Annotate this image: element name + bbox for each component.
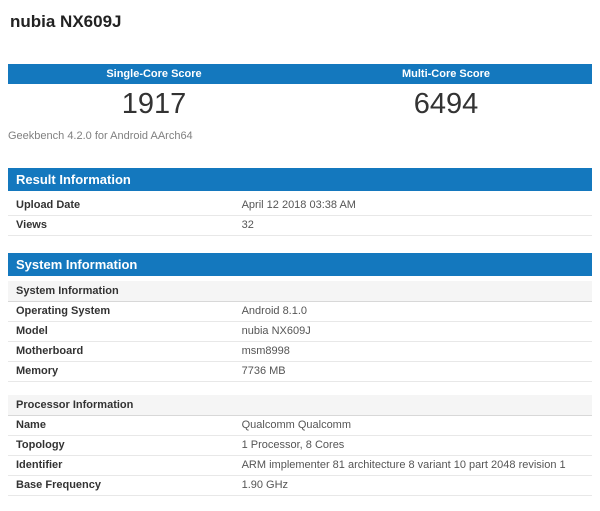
row-label: Memory — [16, 365, 59, 377]
row-value: 7736 MB — [241, 365, 286, 377]
row-label: Operating System — [16, 305, 111, 317]
row-value: Qualcomm Qualcomm — [241, 419, 352, 431]
table-row: Upload Date April 12 2018 03:38 AM — [8, 196, 592, 216]
row-label: Views — [16, 219, 47, 231]
row-value: Android 8.1.0 — [241, 305, 308, 317]
row-value: msm8998 — [241, 345, 290, 357]
row-label: Model — [16, 325, 48, 337]
row-value: April 12 2018 03:38 AM — [241, 199, 356, 211]
row-value: 32 — [241, 219, 254, 231]
row-value: 1.90 GHz — [241, 479, 289, 491]
single-core-score-header: Single-Core Score — [106, 68, 202, 80]
result-information-header: Result Information — [8, 168, 592, 191]
system-information-rows: Operating System Android 8.1.0 Model nubia … — [8, 302, 592, 382]
table-row: Identifier ARM implementer 81 architectur… — [8, 456, 592, 476]
multi-core-score-header: Multi-Core Score — [401, 68, 490, 80]
page-title: nubia NX609J — [10, 12, 122, 31]
geekbench-version-caption: Geekbench 4.2.0 for Android AArch64 — [8, 130, 193, 142]
system-information-header: System Information — [8, 253, 592, 276]
result-information-table: Upload Date April 12 2018 03:38 AM Views 32 — [8, 196, 592, 236]
table-row: Name Qualcomm Qualcomm — [8, 416, 592, 436]
single-core-score-value: 1917 — [121, 88, 187, 120]
row-label: Topology — [16, 439, 65, 451]
table-row: Topology 1 Processor, 8 Cores — [8, 436, 592, 456]
table-row: Views 32 — [8, 216, 592, 236]
row-label: Identifier — [16, 459, 63, 471]
system-information-table: System Information Operating System Andro… — [8, 281, 592, 496]
table-row: Motherboard msm8998 — [8, 342, 592, 362]
row-value: nubia NX609J — [241, 325, 311, 337]
row-value: ARM implementer 81 architecture 8 varian… — [241, 459, 566, 471]
table-row: Model nubia NX609J — [8, 322, 592, 342]
multi-core-score-value: 6494 — [413, 88, 479, 120]
score-summary: Single-Core Score Multi-Core Score 1917 … — [8, 64, 592, 124]
system-information-section: System Information System Information Op… — [8, 253, 592, 496]
row-label: Base Frequency — [16, 479, 101, 491]
row-value: 1 Processor, 8 Cores — [241, 439, 345, 451]
table-row: Base Frequency 1.90 GHz — [8, 476, 592, 496]
result-information-section: Result Information Upload Date April 12 2… — [8, 168, 592, 236]
processor-information-rows: Name Qualcomm Qualcomm Topology 1 Processor… — [8, 416, 592, 496]
row-label: Name — [16, 419, 46, 431]
table-row: Memory 7736 MB — [8, 362, 592, 382]
row-label: Upload Date — [16, 199, 81, 211]
score-values-row: 1917 6494 — [8, 84, 592, 124]
table-row: Operating System Android 8.1.0 — [8, 302, 592, 322]
score-header-bar: Single-Core Score Multi-Core Score — [8, 64, 592, 84]
system-information-subheader: System Information — [8, 281, 592, 302]
row-label: Motherboard — [16, 345, 84, 357]
processor-information-subheader: Processor Information — [8, 395, 592, 416]
geekbench-result-page: nubia NX609J Single-Core Score Multi-Cor… — [0, 12, 600, 511]
